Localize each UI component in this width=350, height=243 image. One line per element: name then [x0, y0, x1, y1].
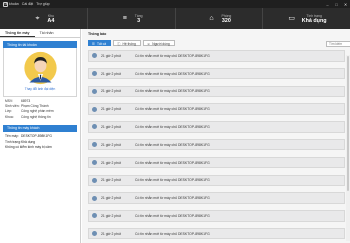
notification-time: 21 giờ 2 phút — [101, 89, 121, 94]
left-panel: Thông tin máy Tài nhân Thông tin tài kho… — [0, 29, 81, 243]
menu-bar: Tài khoản Cài đặt Trợ giúp – □ ✕ — [0, 0, 350, 8]
notification-item[interactable]: 21 giờ 2 phút Có tin nhắn mới từ máy chủ … — [88, 138, 345, 151]
student-row: Khoa: Công nghệ thông tin — [0, 115, 80, 120]
student-info: MSV: 68973 Sinh viên: Phạm Công Thành Lớp:… — [0, 97, 80, 120]
notification-time: 21 giờ 2 phút — [101, 53, 121, 58]
notification-time: 21 giờ 2 phút — [101, 107, 121, 112]
filter-label: Tất cả — [96, 41, 107, 46]
tab-machine-info[interactable]: Thông tin máy — [0, 29, 35, 37]
list-icon: ☰ — [92, 41, 95, 46]
minimize-button[interactable]: – — [323, 2, 332, 7]
notifications-title: Thông báo — [88, 32, 107, 36]
layers-icon: ≡ — [122, 15, 127, 22]
filter-user-button[interactable]: ☺ Người dùng — [142, 40, 175, 46]
close-button[interactable]: ✕ — [341, 2, 350, 7]
notification-item[interactable]: 21 giờ 2 phút Có tin nhắn mới từ máy chủ … — [88, 103, 345, 115]
notification-filters: ☰ Tất cả ⓘ Hệ thống ☺ Người dùng — [88, 40, 177, 46]
machine-panel-title: Thông tin máy khách — [7, 126, 40, 131]
notification-message: Có tin nhắn mới từ máy chủ DESKTOP-898K1… — [135, 53, 210, 58]
stat-status: ▭ Tình trạng Khả dụng — [263, 8, 350, 29]
account-panel-header: Thông tin tài khoản — [3, 41, 77, 48]
filter-label: Hệ thống — [122, 41, 136, 46]
notification-time: 21 giờ 2 phút — [101, 196, 121, 201]
app-icon — [3, 1, 8, 7]
avatar-box: Thay đổi ảnh đại diện — [3, 48, 77, 97]
stat-value: 3 — [137, 17, 141, 24]
filter-all-button[interactable]: ☰ Tất cả — [88, 40, 112, 46]
notification-message: Có tin nhắn mới từ máy chủ DESKTOP-898K1… — [135, 196, 210, 201]
notification-list: 21 giờ 2 phút Có tin nhắn mới từ máy chủ … — [88, 50, 345, 243]
info-icon: ⓘ — [117, 42, 121, 47]
maximize-button[interactable]: □ — [332, 2, 341, 7]
field-value: Công nghệ thông tin — [21, 114, 51, 119]
notification-message: Có tin nhắn mới từ máy chủ DESKTOP-898K1… — [135, 142, 210, 147]
notifications-panel: Thông báo ☰ Tất cả ⓘ Hệ thống ☺ Người dùng … — [82, 29, 350, 243]
notification-item[interactable]: 21 giờ 2 phút Có tin nhắn mới từ máy chủ … — [88, 210, 345, 222]
notification-item[interactable]: 21 giờ 2 phút Có tin nhắn mới từ máy chủ … — [88, 50, 345, 62]
user-icon — [92, 177, 97, 183]
status-bar: ⌖ Khu A4 ≡ Tầng 3 ⌂ Phòng 320 ▭ Tình trạ… — [0, 8, 350, 29]
user-icon — [92, 106, 97, 112]
notification-message: Có tin nhắn mới từ máy chủ DESKTOP-898K1… — [135, 71, 210, 76]
avatar — [23, 51, 57, 85]
user-icon: ☺ — [146, 41, 151, 46]
user-icon — [92, 53, 97, 59]
tab-personal[interactable]: Tài nhân — [35, 29, 59, 37]
notification-message: Có tin nhắn mới từ máy chủ DESKTOP-898K1… — [135, 178, 210, 183]
user-icon — [92, 142, 97, 148]
notification-time: 21 giờ 2 phút — [101, 178, 121, 183]
notification-message: Có tin nhắn mới từ máy chủ DESKTOP-898K1… — [135, 213, 210, 218]
notification-item[interactable]: 21 giờ 2 phút Có tin nhắn mới từ máy chủ … — [88, 85, 345, 98]
notification-time: 21 giờ 2 phút — [101, 231, 121, 236]
notification-time: 21 giờ 2 phút — [101, 124, 121, 129]
home-icon: ⌂ — [209, 15, 214, 22]
user-icon — [92, 213, 97, 219]
notification-item[interactable]: 21 giờ 2 phút Có tin nhắn mới từ máy chủ … — [88, 174, 345, 187]
notification-message: Có tin nhắn mới từ máy chủ DESKTOP-898K1… — [135, 89, 210, 94]
notification-time: 21 giờ 2 phút — [101, 160, 121, 165]
notification-item[interactable]: 21 giờ 2 phút Có tin nhắn mới từ máy chủ … — [88, 121, 345, 133]
notification-message: Có tin nhắn mới từ máy chủ DESKTOP-898K1… — [135, 231, 210, 236]
location-icon: ⌖ — [35, 15, 40, 22]
notification-item[interactable]: 21 giờ 2 phút Có tin nhắn mới từ máy chủ … — [88, 67, 345, 80]
notification-time: 21 giờ 2 phút — [101, 142, 121, 147]
user-icon — [92, 71, 97, 77]
menu-help[interactable]: Trợ giúp — [33, 2, 49, 6]
search-input[interactable] — [326, 41, 350, 47]
filter-system-button[interactable]: ⓘ Hệ thống — [113, 40, 141, 46]
window-controls: – □ ✕ — [323, 2, 350, 7]
field-label: Khoa: — [5, 114, 14, 119]
change-avatar-link[interactable]: Thay đổi ảnh đại diện — [25, 87, 55, 91]
stat-floor: ≡ Tầng 3 — [88, 8, 176, 29]
machine-info: Tên máy: DESKTOP-898K1FG Tình trạng: Khả d… — [0, 132, 80, 151]
left-tabs: Thông tin máy Tài nhân — [0, 29, 80, 38]
notification-message: Có tin nhắn mới từ máy chủ DESKTOP-898K1… — [135, 107, 210, 112]
machine-note: Không có kiểm kính máy bị cảm — [5, 145, 52, 150]
stat-value: Khả dụng — [301, 17, 327, 24]
user-icon — [92, 160, 97, 166]
user-icon — [92, 195, 97, 201]
notification-item[interactable]: 21 giờ 2 phút Có tin nhắn mới từ máy chủ … — [88, 227, 345, 240]
user-icon — [92, 231, 97, 237]
stat-room: ⌂ Phòng 320 — [176, 8, 264, 29]
machine-panel-header: Thông tin máy khách — [3, 124, 77, 132]
notification-time: 21 giờ 2 phút — [101, 71, 121, 76]
user-icon — [92, 88, 97, 94]
notification-item[interactable]: 21 giờ 2 phút Có tin nhắn mới từ máy chủ … — [88, 156, 345, 169]
notification-message: Có tin nhắn mới từ máy chủ DESKTOP-898K1… — [135, 124, 210, 129]
user-icon — [92, 124, 97, 130]
notification-item[interactable]: 21 giờ 2 phút Có tin nhắn mới từ máy chủ … — [88, 192, 345, 204]
stat-value: 320 — [221, 17, 231, 24]
stat-value: A4 — [47, 17, 55, 24]
notification-message: Có tin nhắn mới từ máy chủ DESKTOP-898K1… — [135, 160, 210, 165]
filter-label: Người dùng — [152, 41, 170, 46]
stat-zone: ⌖ Khu A4 — [0, 8, 88, 29]
menu-settings[interactable]: Cài đặt — [19, 2, 33, 6]
monitor-icon: ▭ — [288, 15, 295, 22]
account-panel-title: Thông tin tài khoản — [7, 42, 37, 47]
notification-time: 21 giờ 2 phút — [101, 213, 121, 218]
